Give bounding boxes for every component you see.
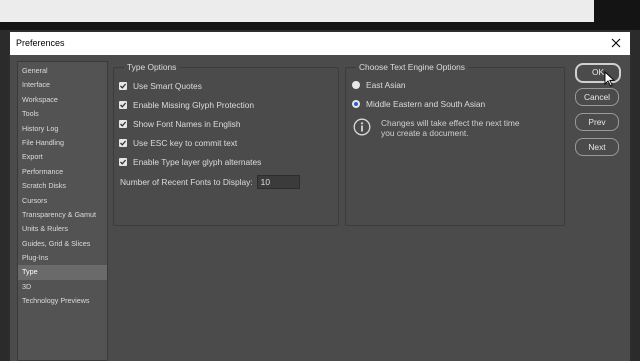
sidebar-item-guides-grid-slices[interactable]: Guides, Grid & Slices xyxy=(18,237,107,251)
sidebar-item-3d[interactable]: 3D xyxy=(18,280,107,294)
check-icon xyxy=(120,159,127,165)
dialog-titlebar: Preferences xyxy=(10,32,630,55)
checkbox-missing-glyph[interactable] xyxy=(119,101,127,109)
checkbox-row-esc-commit[interactable]: Use ESC key to commit text xyxy=(119,138,237,148)
checkbox-esc-commit[interactable] xyxy=(119,139,127,147)
sidebar-item-interface[interactable]: Interface xyxy=(18,78,107,92)
sidebar-item-transparency-gamut[interactable]: Transparency & Gamut xyxy=(18,208,107,222)
checkbox-row-font-names-english[interactable]: Show Font Names in English xyxy=(119,119,241,129)
type-options-legend: Type Options xyxy=(124,62,180,72)
preferences-sidebar: General Interface Workspace Tools Histor… xyxy=(17,61,108,361)
sidebar-item-cursors[interactable]: Cursors xyxy=(18,194,107,208)
checkbox-label: Enable Missing Glyph Protection xyxy=(133,100,255,110)
close-icon[interactable] xyxy=(608,35,624,51)
check-icon xyxy=(120,83,127,89)
recent-fonts-row: Number of Recent Fonts to Display: 10 xyxy=(120,175,300,189)
info-line-1: Changes will take effect the next time xyxy=(381,118,520,128)
dialog-title: Preferences xyxy=(16,38,65,48)
check-icon xyxy=(120,140,127,146)
sidebar-item-general[interactable]: General xyxy=(18,64,107,78)
sidebar-item-workspace[interactable]: Workspace xyxy=(18,93,107,107)
background-app-area xyxy=(0,0,640,30)
radio-middle-eastern[interactable] xyxy=(352,100,360,108)
sidebar-item-export[interactable]: Export xyxy=(18,150,107,164)
background-panel xyxy=(0,0,594,22)
sidebar-item-tools[interactable]: Tools xyxy=(18,107,107,121)
prev-button[interactable]: Prev xyxy=(575,113,619,131)
preferences-dialog: Preferences General Interface Workspace … xyxy=(9,31,631,361)
info-line-2: you create a document. xyxy=(381,128,469,138)
checkbox-row-smart-quotes[interactable]: Use Smart Quotes xyxy=(119,81,202,91)
check-icon xyxy=(120,121,127,127)
recent-fonts-input[interactable]: 10 xyxy=(256,175,300,189)
sidebar-item-plug-ins[interactable]: Plug-Ins xyxy=(18,251,107,265)
recent-fonts-label: Number of Recent Fonts to Display: xyxy=(120,177,253,187)
radio-label: Middle Eastern and South Asian xyxy=(366,99,486,109)
sidebar-item-type[interactable]: Type xyxy=(18,265,107,280)
sidebar-item-units-rulers[interactable]: Units & Rulers xyxy=(18,222,107,236)
type-options-group: Type Options Use Smart Quotes Enable Mis… xyxy=(113,62,339,226)
checkbox-label: Show Font Names in English xyxy=(133,119,241,129)
radio-row-east-asian[interactable]: East Asian xyxy=(352,80,406,90)
cancel-button[interactable]: Cancel xyxy=(575,88,619,106)
radio-label: East Asian xyxy=(366,80,406,90)
sidebar-item-scratch-disks[interactable]: Scratch Disks xyxy=(18,179,107,193)
checkbox-label: Enable Type layer glyph alternates xyxy=(133,157,262,167)
next-button[interactable]: Next xyxy=(575,138,619,156)
checkbox-glyph-alternates[interactable] xyxy=(119,158,127,166)
info-icon xyxy=(353,118,371,136)
text-engine-legend: Choose Text Engine Options xyxy=(356,62,468,72)
sidebar-item-file-handling[interactable]: File Handling xyxy=(18,136,107,150)
checkbox-row-missing-glyph[interactable]: Enable Missing Glyph Protection xyxy=(119,100,254,110)
radio-row-middle-eastern[interactable]: Middle Eastern and South Asian xyxy=(352,99,485,109)
sidebar-item-performance[interactable]: Performance xyxy=(18,165,107,179)
engine-info-text: Changes will take effect the next time y… xyxy=(381,118,520,138)
mouse-cursor-icon xyxy=(604,70,616,87)
checkbox-label: Use ESC key to commit text xyxy=(133,138,238,148)
checkbox-smart-quotes[interactable] xyxy=(119,82,127,90)
check-icon xyxy=(120,102,127,108)
checkbox-label: Use Smart Quotes xyxy=(133,81,202,91)
checkbox-font-names-english[interactable] xyxy=(119,120,127,128)
checkbox-row-glyph-alternates[interactable]: Enable Type layer glyph alternates xyxy=(119,157,261,167)
sidebar-item-history-log[interactable]: History Log xyxy=(18,122,107,136)
radio-east-asian[interactable] xyxy=(352,81,360,89)
sidebar-item-technology-previews[interactable]: Technology Previews xyxy=(18,294,107,308)
text-engine-group: Choose Text Engine Options East Asian Mi… xyxy=(345,62,565,226)
